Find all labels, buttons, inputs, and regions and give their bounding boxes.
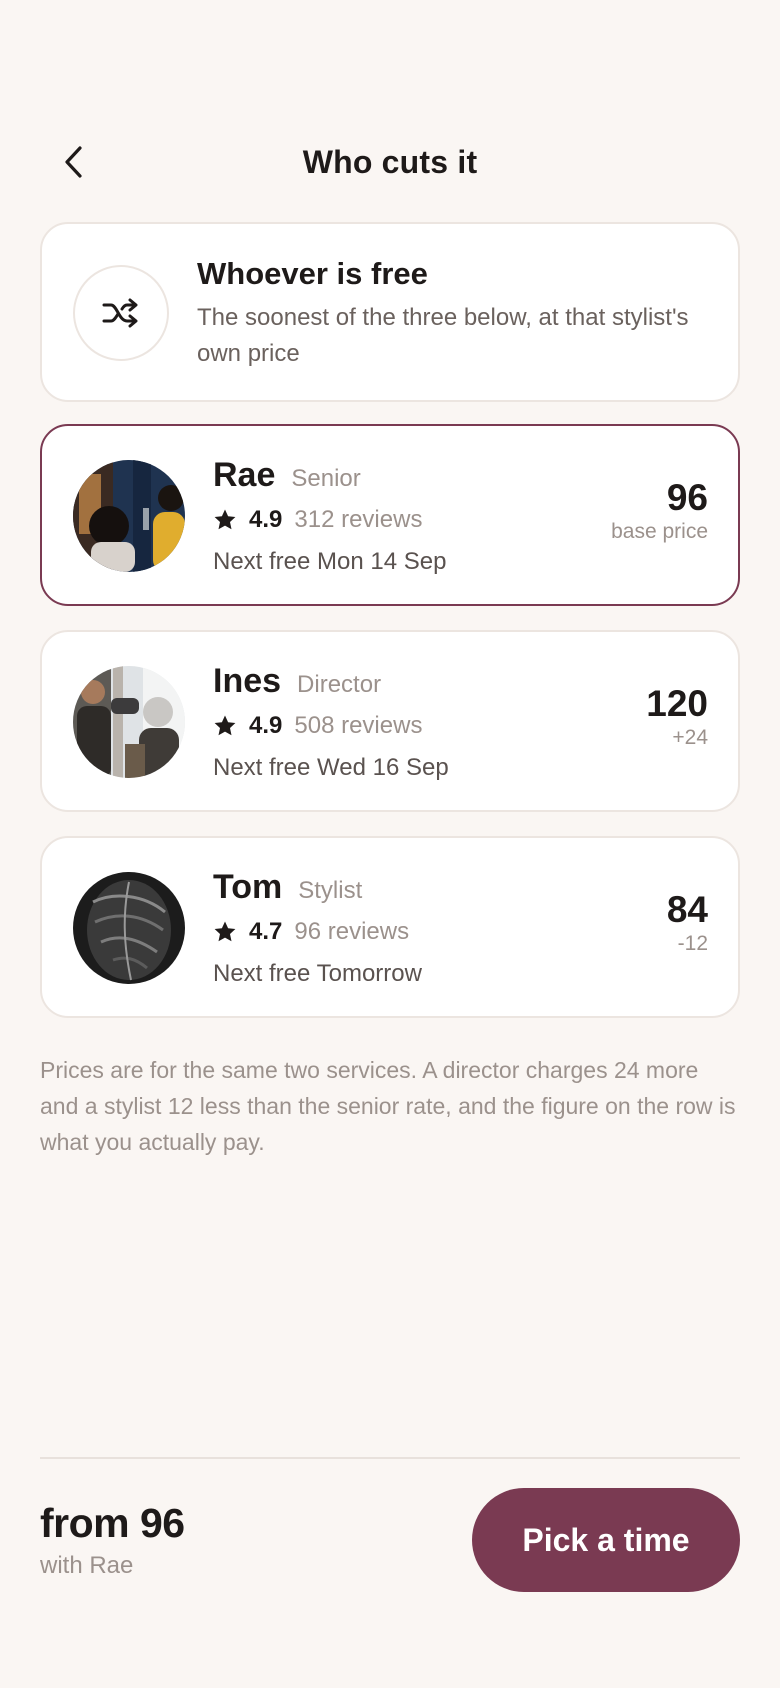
footer-divider	[40, 1457, 740, 1459]
stylist-role: Senior	[291, 465, 361, 492]
page-title: Who cuts it	[302, 144, 478, 180]
avatar	[73, 460, 185, 572]
review-count: 508 reviews	[294, 712, 423, 739]
stylist-card-tom[interactable]: Tom Stylist 4.7 96 reviews Next free Tom…	[40, 836, 740, 1018]
stylist-role: Stylist	[298, 877, 363, 904]
avatar	[73, 872, 185, 984]
stylist-name: Rae	[213, 456, 276, 494]
header: Who cuts it	[0, 130, 780, 200]
pricing-note: Prices are for the same two services. A …	[40, 1057, 736, 1155]
whoever-is-free-option[interactable]: Whoever is free The soonest of the three…	[40, 222, 740, 402]
star-icon	[214, 715, 236, 736]
stylist-card-rae[interactable]: Rae Senior 4.9 312 reviews Next free Mon…	[40, 424, 740, 606]
rating-row: 4.9 508 reviews	[213, 712, 422, 740]
avatar	[73, 666, 185, 778]
stylist-card-ines[interactable]: Ines Director 4.9 508 reviews Next free …	[40, 630, 740, 812]
next-available: Next free Wed 16 Sep	[213, 754, 449, 781]
price-value: 96	[666, 477, 708, 518]
stylist-name-row: Ines Director	[213, 662, 381, 701]
next-available: Next free Tomorrow	[213, 960, 422, 987]
rating-score: 4.9	[249, 712, 283, 739]
price-block: 84 -12	[667, 890, 708, 956]
rating-row: 4.7 96 reviews	[213, 918, 409, 946]
footer-stylist: with Rae	[40, 1552, 134, 1579]
stylist-name: Tom	[213, 868, 283, 906]
price-value: 120	[646, 683, 708, 724]
stylist-name-row: Rae Senior	[213, 456, 361, 495]
price-value: 84	[666, 889, 708, 930]
price-note: base price	[611, 520, 708, 543]
stylist-role: Director	[297, 671, 382, 698]
star-icon	[214, 921, 236, 942]
review-count: 96 reviews	[294, 918, 410, 945]
review-count: 312 reviews	[294, 506, 423, 533]
rating-row: 4.9 312 reviews	[213, 506, 422, 534]
footer-price: from 96	[40, 1500, 185, 1546]
stylist-name: Ines	[213, 662, 282, 700]
price-block: 96 base price	[611, 478, 708, 544]
option-subtitle: The soonest of the three below, at that …	[197, 304, 689, 367]
rating-score: 4.9	[249, 506, 283, 533]
price-note: +24	[672, 726, 708, 749]
star-icon	[214, 509, 236, 530]
rating-score: 4.7	[249, 918, 283, 945]
pick-a-time-button[interactable]: Pick a time	[472, 1488, 740, 1592]
stylist-name-row: Tom Stylist	[213, 868, 362, 907]
option-title: Whoever is free	[197, 256, 428, 291]
shuffle-icon	[73, 265, 169, 361]
price-note: -12	[677, 932, 708, 955]
next-available: Next free Mon 14 Sep	[213, 548, 447, 575]
price-block: 120 +24	[646, 684, 708, 750]
